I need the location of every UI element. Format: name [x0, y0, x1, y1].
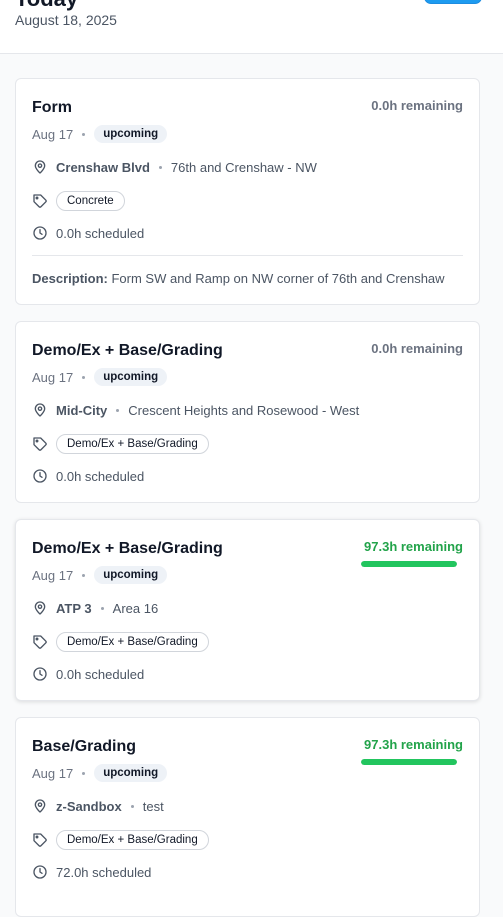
tag-icon	[32, 436, 48, 452]
remaining-hours: 97.3h remaining	[364, 737, 463, 752]
location-name: Mid-City	[56, 402, 108, 418]
separator-dot	[116, 408, 120, 412]
divider	[32, 255, 463, 256]
tag-pill: Demo/Ex + Base/Grading	[56, 434, 209, 454]
tag-row: Concrete	[32, 191, 125, 211]
separator-dot	[82, 375, 86, 379]
separator-dot	[100, 606, 104, 610]
page-header: Today August 18, 2025	[0, 0, 503, 54]
scheduled-hours: 0.0h scheduled	[56, 468, 145, 484]
map-pin-icon	[32, 600, 48, 616]
tag-pill: Demo/Ex + Base/Grading	[56, 830, 209, 850]
location-detail: Crescent Heights and Rosewood - West	[128, 402, 360, 418]
status-badge: upcoming	[94, 368, 168, 386]
remaining-hours: 0.0h remaining	[371, 98, 463, 113]
progress-fill	[361, 759, 457, 765]
task-description: Description: Form SW and Ramp on NW corn…	[32, 271, 445, 286]
task-date: Aug 17	[32, 765, 74, 781]
task-title: Demo/Ex + Base/Grading	[32, 342, 223, 359]
scheduled-row: 0.0h scheduled	[32, 666, 144, 682]
task-meta-row: Aug 17 upcoming	[32, 125, 168, 143]
location-name: Crenshaw Blvd	[56, 159, 150, 175]
location-name: z-Sandbox	[56, 798, 122, 814]
status-badge: upcoming	[94, 125, 168, 143]
location-row: Mid-City Crescent Heights and Rosewood -…	[32, 402, 359, 418]
tag-icon	[32, 832, 48, 848]
location-name: ATP 3	[56, 600, 92, 616]
clock-icon	[32, 225, 48, 241]
tag-icon	[32, 193, 48, 209]
task-card[interactable]: Base/Grading 97.3h remaining Aug 17 upco…	[15, 717, 480, 917]
map-pin-icon	[32, 798, 48, 814]
separator-dot	[158, 165, 162, 169]
task-date: Aug 17	[32, 567, 74, 583]
separator-dot	[130, 804, 134, 808]
status-badge: upcoming	[94, 764, 168, 782]
task-date: Aug 17	[32, 126, 74, 142]
page-date: August 18, 2025	[15, 12, 117, 28]
progress-bar	[361, 759, 457, 765]
header-action-button[interactable]	[424, 0, 482, 4]
status-badge: upcoming	[94, 566, 168, 584]
separator-dot	[82, 771, 86, 775]
page-title: Today	[15, 0, 78, 12]
remaining-hours: 0.0h remaining	[371, 341, 463, 356]
task-card[interactable]: Demo/Ex + Base/Grading 97.3h remaining A…	[15, 519, 480, 701]
clock-icon	[32, 666, 48, 682]
task-title: Base/Grading	[32, 738, 137, 755]
location-row: ATP 3 Area 16	[32, 600, 158, 616]
scheduled-row: 72.0h scheduled	[32, 864, 151, 880]
task-card[interactable]: Form 0.0h remaining Aug 17 upcoming Cren…	[15, 78, 480, 305]
map-pin-icon	[32, 402, 48, 418]
task-card[interactable]: Demo/Ex + Base/Grading 0.0h remaining Au…	[15, 321, 480, 503]
remaining-hours: 97.3h remaining	[364, 539, 463, 554]
tag-icon	[32, 634, 48, 650]
task-title: Form	[32, 99, 72, 116]
map-pin-icon	[32, 159, 48, 175]
progress-fill	[361, 561, 457, 567]
location-row: Crenshaw Blvd 76th and Crenshaw - NW	[32, 159, 317, 175]
scheduled-hours: 0.0h scheduled	[56, 666, 145, 682]
tag-pill: Concrete	[56, 191, 125, 211]
tag-pill: Demo/Ex + Base/Grading	[56, 632, 209, 652]
task-meta-row: Aug 17 upcoming	[32, 764, 168, 782]
separator-dot	[82, 573, 86, 577]
description-label: Description:	[32, 271, 108, 286]
task-meta-row: Aug 17 upcoming	[32, 566, 168, 584]
task-date: Aug 17	[32, 369, 74, 385]
location-row: z-Sandbox test	[32, 798, 164, 814]
scheduled-row: 0.0h scheduled	[32, 468, 144, 484]
clock-icon	[32, 864, 48, 880]
clock-icon	[32, 468, 48, 484]
tag-row: Demo/Ex + Base/Grading	[32, 830, 209, 850]
location-detail: Area 16	[112, 600, 159, 616]
scheduled-hours: 0.0h scheduled	[56, 225, 145, 241]
tag-row: Demo/Ex + Base/Grading	[32, 434, 209, 454]
location-detail: test	[142, 798, 164, 814]
task-title: Demo/Ex + Base/Grading	[32, 540, 223, 557]
task-meta-row: Aug 17 upcoming	[32, 368, 168, 386]
progress-bar	[361, 561, 457, 567]
location-detail: 76th and Crenshaw - NW	[170, 159, 317, 175]
separator-dot	[82, 132, 86, 136]
scheduled-hours: 72.0h scheduled	[56, 864, 152, 880]
description-text: Form SW and Ramp on NW corner of 76th an…	[111, 271, 445, 286]
tag-row: Demo/Ex + Base/Grading	[32, 632, 209, 652]
scheduled-row: 0.0h scheduled	[32, 225, 144, 241]
